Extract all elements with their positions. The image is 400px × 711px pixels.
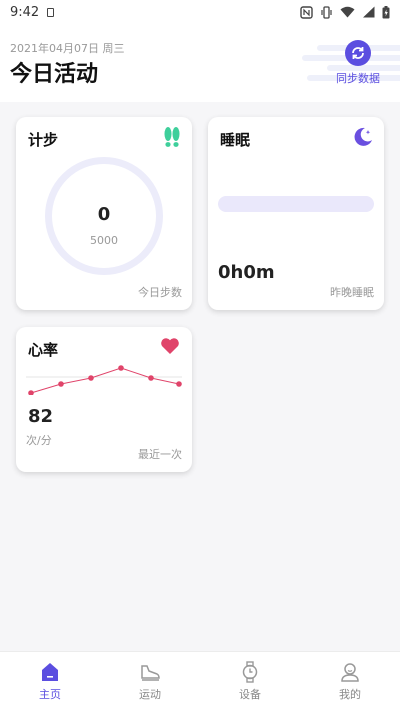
sleep-card-footer: 昨晚睡眠 — [330, 286, 374, 299]
tab-device-label: 设备 — [239, 688, 261, 701]
heart-rate-card[interactable]: 心率 82 次/分 最近一次 — [16, 327, 192, 472]
heart-icon — [161, 338, 179, 354]
tab-home[interactable]: 主页 — [0, 652, 100, 711]
home-icon — [42, 663, 58, 681]
tab-device[interactable]: 设备 — [200, 652, 300, 711]
nfc-icon — [300, 5, 313, 19]
heart-rate-trend-line — [30, 367, 180, 394]
steps-card[interactable]: 计步 0 5000 今日步数 — [16, 117, 192, 310]
status-time: 9:42 — [10, 4, 40, 20]
sync-data-label: 同步数据 — [336, 72, 380, 85]
shoe-icon — [141, 665, 160, 681]
heart-rate-point — [58, 381, 64, 387]
tab-exercise-label: 运动 — [139, 688, 161, 701]
current-date: 2021年04月07日 周三 — [10, 42, 125, 55]
heart-rate-trend — [26, 365, 182, 395]
page-header: 2021年04月07日 周三 今日活动 同步数据 — [0, 24, 400, 102]
tab-profile[interactable]: 我的 — [300, 652, 400, 711]
sleep-progress-bar — [218, 196, 374, 212]
heart-rate-point — [88, 375, 94, 381]
moon-icon — [354, 127, 372, 146]
heart-rate-point — [118, 365, 124, 371]
sim-card-icon — [47, 7, 55, 17]
wifi-icon — [340, 6, 355, 18]
sleep-card-title: 睡眠 — [220, 131, 251, 149]
heart-rate-card-title: 心率 — [28, 341, 59, 359]
sleep-duration: 0h0m — [218, 262, 275, 283]
tab-profile-label: 我的 — [339, 688, 361, 701]
heart-rate-point — [28, 390, 34, 395]
heart-rate-point — [148, 375, 154, 381]
bottom-tab-bar: 主页 运动 设备 我的 — [0, 651, 400, 711]
steps-card-title: 计步 — [28, 131, 59, 149]
footprints-icon — [164, 127, 180, 147]
steps-goal: 5000 — [90, 234, 118, 247]
cellular-signal-icon — [363, 6, 375, 18]
watch-icon — [242, 661, 258, 683]
heart-rate-value: 82 — [28, 406, 54, 427]
heart-rate-card-footer: 最近一次 — [138, 448, 182, 461]
tab-home-label: 主页 — [39, 688, 61, 701]
battery-icon — [382, 5, 390, 18]
vibrate-icon — [321, 5, 332, 19]
page-title: 今日活动 — [10, 62, 99, 87]
tab-exercise[interactable]: 运动 — [100, 652, 200, 711]
status-bar: 9:42 — [0, 0, 400, 24]
steps-progress-ring: 0 5000 — [45, 157, 163, 275]
sleep-card[interactable]: 睡眠 0h0m 昨晚睡眠 — [208, 117, 384, 310]
heart-rate-unit: 次/分 — [26, 434, 52, 447]
sync-data-button[interactable]: 同步数据 — [330, 40, 386, 88]
profile-icon — [341, 663, 359, 682]
heart-rate-point — [176, 381, 182, 387]
steps-count: 0 — [97, 204, 111, 225]
sync-icon — [345, 40, 371, 66]
steps-card-footer: 今日步数 — [138, 286, 182, 299]
